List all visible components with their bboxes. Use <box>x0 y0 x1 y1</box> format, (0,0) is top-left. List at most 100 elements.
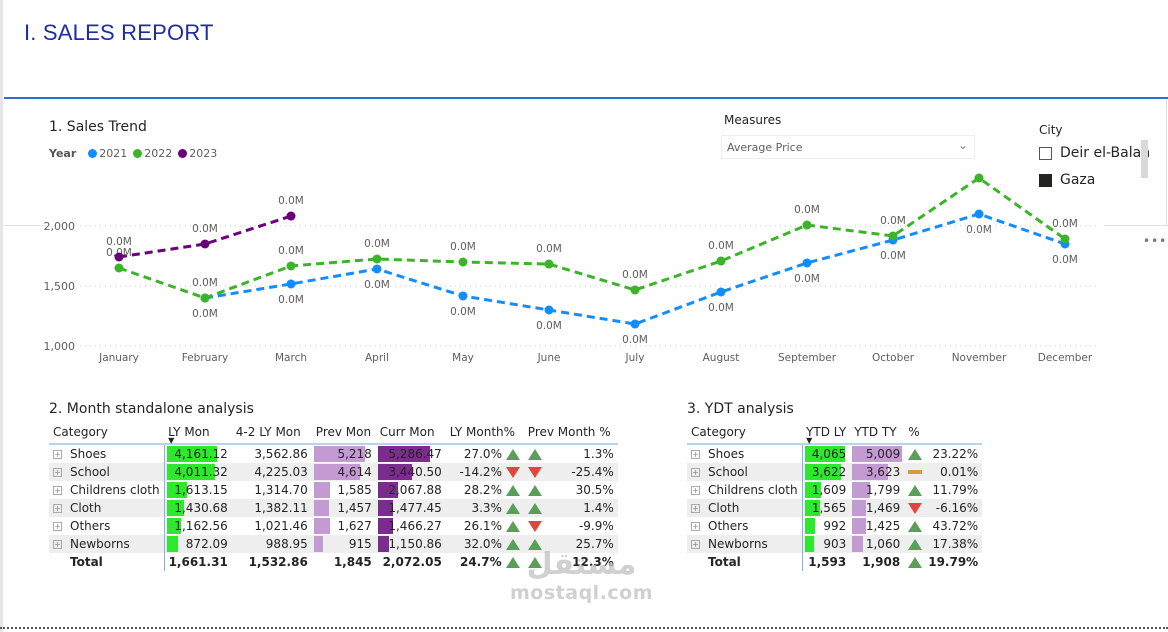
x-tick-label: March <box>275 352 307 364</box>
category-cell: + Cloth <box>687 499 803 517</box>
column-header-prev-mon[interactable]: Prev Mon <box>311 421 376 445</box>
column-header-category[interactable]: Category <box>687 421 803 445</box>
table-row[interactable]: + Cloth 1,430.68 1,382.11 1,457 1,477.45 3.3% … <box>49 499 618 517</box>
cell-value: 1,150.86 <box>388 537 442 551</box>
ly-mon-cell: 1,613.15 <box>163 481 232 499</box>
data-bar <box>852 518 867 534</box>
ytd-ty-cell: 5,009 <box>850 444 904 463</box>
column-header-pct[interactable]: % <box>904 421 983 445</box>
ly-month-pct-cell: -14.2% <box>445 463 524 481</box>
cell-value: 0.01% <box>940 465 979 479</box>
ly-4-2-mon-cell: 3,562.86 <box>232 444 312 463</box>
ytd-ly-cell: 1,593 <box>801 553 851 571</box>
pct-cell: 17.38% <box>904 535 983 553</box>
cell-value: 1,314.70 <box>254 483 308 497</box>
checkbox-unchecked-icon[interactable] <box>1039 146 1052 160</box>
table-row[interactable]: + Childrens cloth 1,609 1,799 11.79% <box>687 481 982 499</box>
cell-value: 1,060 <box>865 537 901 551</box>
x-tick-label: September <box>778 352 837 364</box>
table-row[interactable]: + Newborns 903 1,060 17.38% <box>687 535 983 553</box>
cell-value: 5,009 <box>865 447 901 461</box>
cell-value: 1,425 <box>865 519 901 533</box>
expand-icon[interactable]: + <box>691 522 700 531</box>
table-row[interactable]: + School 3,622 3,623 0.01% <box>687 463 983 481</box>
cell-value: 1,593 <box>808 555 847 569</box>
table-row[interactable]: + Shoes 4,065 5,009 23.22% <box>687 444 982 463</box>
cell-value: 3.3% <box>471 501 502 515</box>
cell-value: 3,440.50 <box>388 465 442 479</box>
expand-icon[interactable]: + <box>53 522 62 531</box>
table-row[interactable]: + Childrens cloth 1,613.15 1,314.70 1,585 2,0… <box>49 481 618 499</box>
cell-value: 3,622 <box>811 465 847 479</box>
x-tick-label: August <box>703 352 740 364</box>
month-table-title: 2. Month standalone analysis <box>49 401 254 417</box>
arrow-up-icon <box>527 448 542 460</box>
table-row[interactable]: + Shoes 4,161.12 3,562.86 5,218 5,286.47 27.0%… <box>49 444 618 463</box>
column-header-4-2-ly-mon[interactable]: 4-2 LY Mon <box>231 421 312 445</box>
arrow-down-icon <box>527 466 542 478</box>
legend-dot-icon <box>133 149 143 158</box>
cell-value: 5,218 <box>337 447 372 461</box>
table-row[interactable]: + Cloth 1,565 1,469 -6.16% <box>687 499 983 517</box>
category-cell: + Childrens cloth <box>687 481 802 499</box>
category-label: Shoes <box>70 447 107 461</box>
ytd-ly-cell: 992 <box>801 517 851 535</box>
arrow-up-icon <box>908 484 923 496</box>
chevron-down-icon: ⌄ <box>957 138 968 152</box>
ytd-ly-cell: 903 <box>801 535 851 553</box>
arrow-up-icon <box>908 448 923 460</box>
expand-icon[interactable]: + <box>691 540 700 549</box>
legend-item-2021[interactable]: 2021 <box>86 147 127 160</box>
ly-mon-cell: 1,162.56 <box>163 517 232 535</box>
expand-icon[interactable]: + <box>691 486 700 495</box>
flat-indicator-icon <box>908 470 923 474</box>
cell-value: 32.0% <box>463 537 502 551</box>
category-label: School <box>70 465 110 479</box>
column-header-curr-mon[interactable]: Curr Mon <box>375 421 446 445</box>
data-label: 0.0M <box>794 204 820 216</box>
measures-dropdown[interactable]: Average Price ⌄ <box>721 135 975 159</box>
table-row[interactable]: + Others 1,162.56 1,021.46 1,627 1,466.27 26.1… <box>49 517 618 535</box>
expand-icon[interactable]: + <box>53 450 62 459</box>
column-header-ytd-ty[interactable]: YTD TY <box>850 421 905 445</box>
ly-mon-cell: 1,430.68 <box>163 499 232 517</box>
data-label: 0.0M <box>192 308 218 320</box>
cell-value: 1,613.15 <box>174 483 228 497</box>
expand-icon[interactable]: + <box>53 504 62 513</box>
prev-month-pct-cell: 30.5% <box>524 481 618 499</box>
category-label: Newborns <box>70 537 130 551</box>
cell-value: 1,627 <box>337 519 372 533</box>
cell-value: 11.79% <box>932 483 979 497</box>
expand-icon[interactable]: + <box>691 504 700 513</box>
data-point-2023 <box>114 252 124 262</box>
data-point-2021 <box>716 287 726 297</box>
prev-mon-cell: 1,457 <box>311 499 376 517</box>
legend-item-2022[interactable]: 2022 <box>131 147 172 160</box>
cell-value: 4,614 <box>337 465 372 479</box>
data-label: 0.0M <box>966 224 992 236</box>
table-row[interactable]: + School 4,011.32 4,225.03 4,614 3,440.50 -14.… <box>49 463 618 481</box>
data-point-2022 <box>200 293 210 303</box>
cell-value: -6.16% <box>935 501 979 515</box>
legend-item-2023[interactable]: 2023 <box>176 147 217 160</box>
arrow-down-icon <box>908 502 923 514</box>
city-option-deir-el-balah[interactable]: Deir el-Balah <box>1039 145 1150 161</box>
data-label: 0.0M <box>450 306 476 318</box>
expand-icon[interactable]: + <box>691 468 700 477</box>
category-label: Shoes <box>708 447 745 461</box>
column-header-prev-month-[interactable]: Prev Month % <box>523 421 618 445</box>
column-header-ytd-ly[interactable]: YTD LY ▼ <box>802 421 851 445</box>
table-row[interactable]: + Others 992 1,425 43.72% <box>687 517 982 535</box>
column-header-ly-mon[interactable]: LY Mon ▼ <box>164 421 232 445</box>
data-point-2021 <box>802 258 812 268</box>
expand-icon[interactable]: + <box>53 468 62 477</box>
column-header-category[interactable]: Category <box>49 421 165 445</box>
expand-icon[interactable]: + <box>53 486 62 495</box>
data-bar <box>313 500 329 516</box>
column-header-ly-month-[interactable]: LY Month% <box>445 421 524 445</box>
ytd-ty-cell: 1,060 <box>850 535 905 553</box>
expand-icon[interactable]: + <box>691 450 700 459</box>
category-label: Cloth <box>70 501 102 515</box>
expand-icon[interactable]: + <box>53 540 62 549</box>
data-label: 0.0M <box>536 320 562 332</box>
